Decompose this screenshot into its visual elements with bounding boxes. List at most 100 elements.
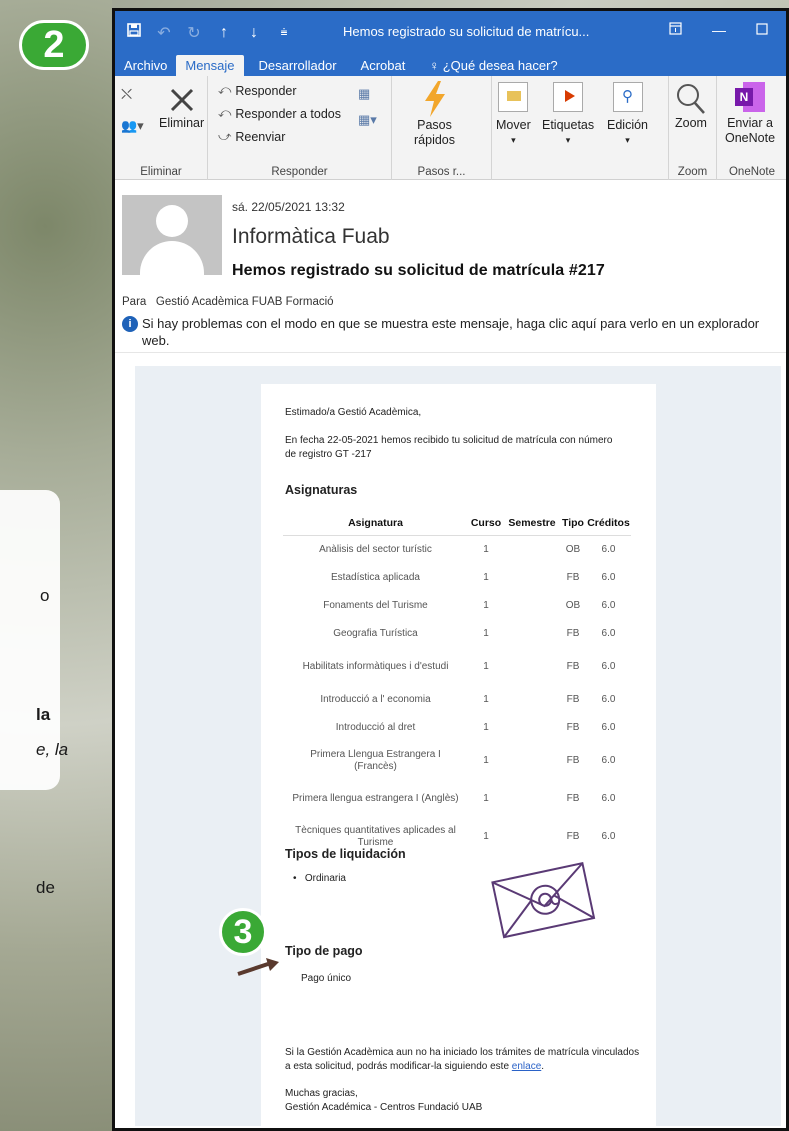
pago-value: Pago único: [301, 973, 352, 984]
table-row: Primera llengua estrangera I (Anglès) 1 FB…: [283, 780, 631, 818]
edicion-label: Edición: [607, 118, 648, 132]
subject-name-cell: Introducció a l' economia: [320, 693, 431, 705]
pago-heading: Tipo de pago: [285, 944, 363, 958]
responder-todos-button[interactable]: ⤺ Responder a todos: [218, 106, 341, 121]
reply-icon: ⤺: [218, 83, 232, 97]
creditos-cell: 6.0: [601, 693, 616, 705]
tab-desarrollador[interactable]: Desarrollador: [250, 55, 346, 76]
tipo-cell: FB: [566, 693, 580, 705]
infobar[interactable]: i Si hay problemas con el modo en que se…: [122, 315, 782, 349]
etiquetas-button[interactable]: Etiquetas ▾: [542, 82, 594, 148]
maximize-icon[interactable]: [756, 22, 768, 38]
save-icon[interactable]: [123, 23, 145, 42]
minimize-icon[interactable]: —: [712, 22, 726, 38]
tipo-cell: FB: [566, 660, 580, 672]
undo-icon[interactable]: ↶: [153, 23, 175, 43]
enviar-label: OneNote: [725, 131, 776, 145]
liquidacion-heading: Tipos de liquidación: [285, 847, 406, 861]
subject-name-cell: Estadística aplicada: [331, 571, 420, 583]
previous-item-icon[interactable]: ↑: [213, 24, 235, 42]
table-row: Fonaments del Turisme 1 OB 6.0: [283, 592, 631, 620]
pointer-arrow-icon: [237, 958, 279, 976]
semestre-cell: [504, 780, 560, 818]
tipo-cell: FB: [566, 721, 580, 733]
next-item-icon[interactable]: ↓: [243, 24, 265, 42]
modify-enrollment-link[interactable]: enlace: [512, 1061, 541, 1072]
intro-text: En fecha 22-05-2021 hemos recibido tu so…: [285, 435, 613, 460]
tipo-cell: OB: [565, 543, 581, 555]
tell-me-search[interactable]: ♀ ¿Qué desea hacer?: [420, 55, 566, 76]
dropdown-icon: ▾: [511, 135, 516, 145]
ribbon: ⛌ 👥▾ Eliminar Eliminar ⤺ Responder ⤺ Respo…: [115, 76, 786, 180]
tab-archivo[interactable]: Archivo: [115, 55, 176, 76]
creditos-cell: 6.0: [601, 754, 616, 766]
outlook-message-window: ↶ ↻ ↑ ↓ ⩧ Hemos registrado su solicitud …: [112, 8, 789, 1131]
curso-cell: 1: [483, 830, 489, 842]
column-header: Créditos: [586, 511, 631, 536]
pasos-label: rápidos: [414, 133, 455, 147]
semestre-cell: [504, 592, 560, 620]
pasos-rapidos-button[interactable]: Pasos rápidos: [414, 80, 455, 148]
thanks-text: Muchas gracias,: [285, 1088, 358, 1099]
ignore-icon[interactable]: ⛌: [121, 86, 132, 103]
subject-name-cell: Habilitats informàtiques i d'estudi: [302, 660, 449, 672]
title-bar: ↶ ↻ ↑ ↓ ⩧ Hemos registrado su solicitud …: [115, 11, 786, 54]
table-row: Geografia Turística 1 FB 6.0: [283, 620, 631, 648]
search-icon: ⚲: [612, 82, 643, 112]
column-header: Semestre: [504, 511, 560, 536]
sender-name[interactable]: Informàtica Fuab: [232, 225, 390, 249]
tipo-cell: OB: [565, 599, 581, 611]
meeting-icon[interactable]: ▦: [358, 86, 370, 102]
etiquetas-label: Etiquetas: [542, 118, 595, 132]
mover-button[interactable]: Mover ▾: [496, 82, 531, 148]
responder-label: Responder: [235, 83, 297, 98]
responder-button[interactable]: ⤺ Responder: [218, 83, 297, 98]
side-text-fragment: e, la: [36, 740, 69, 759]
step-3-badge: 3: [219, 908, 267, 956]
group-label: Pasos r...: [417, 166, 466, 178]
zoom-button[interactable]: Zoom: [675, 82, 707, 131]
curso-cell: 1: [483, 627, 489, 639]
greeting: Estimado/a Gestió Acadèmica,: [285, 407, 422, 418]
recipient-name[interactable]: Gestió Acadèmica FUAB Formació: [156, 296, 334, 308]
enviar-onenote-button[interactable]: N Enviar a OneNote: [725, 82, 775, 146]
semestre-cell: [504, 564, 560, 592]
message-subject: Hemos registrado su solicitud de matrícu…: [232, 262, 605, 279]
curso-cell: 1: [483, 693, 489, 705]
customize-toolbar-icon[interactable]: ⩧: [273, 25, 295, 40]
forward-icon: ⤻: [218, 129, 232, 143]
reenviar-button[interactable]: ⤻ Reenviar: [218, 129, 285, 144]
curso-cell: 1: [483, 721, 489, 733]
edicion-button[interactable]: ⚲ Edición ▾: [607, 82, 648, 148]
dropdown-icon: ▾: [625, 135, 630, 145]
junk-icon[interactable]: 👥▾: [121, 118, 144, 134]
creditos-cell: 6.0: [601, 660, 616, 672]
responder-todos-label: Responder a todos: [235, 106, 342, 121]
recipient-line: Para Gestió Acadèmica FUAB Formació: [122, 296, 334, 308]
eliminar-button[interactable]: Eliminar: [159, 84, 204, 131]
semestre-cell: [504, 818, 560, 856]
footer-sentence: Si la Gestión Acadèmica aun no ha inicia…: [285, 1047, 640, 1072]
tab-acrobat[interactable]: Acrobat: [352, 55, 415, 76]
creditos-cell: 6.0: [601, 627, 616, 639]
magnifier-icon: [677, 84, 705, 114]
group-label: Zoom: [677, 166, 708, 178]
tab-mensaje[interactable]: Mensaje: [176, 55, 244, 76]
subject-name-cell: Geografia Turística: [333, 627, 418, 639]
redo-icon[interactable]: ↻: [183, 23, 205, 43]
side-text-fragment: la: [36, 705, 51, 724]
group-pasos: Pasos rápidos Pasos r...: [392, 76, 492, 180]
group-label: OneNote: [728, 166, 776, 178]
more-respond-icon[interactable]: ▦▾: [358, 112, 377, 128]
email-body: Estimado/a Gestió Acadèmica, En fecha 22…: [261, 384, 656, 1126]
group-label: Responder: [271, 166, 328, 178]
subject-name-cell: Introducció al dret: [335, 721, 416, 733]
curso-cell: 1: [483, 792, 489, 804]
creditos-cell: 6.0: [601, 571, 616, 583]
ribbon-display-options-icon[interactable]: [669, 22, 682, 38]
step-2-badge: 2: [19, 20, 89, 70]
message-header: sá. 22/05/2021 13:32 Informàtica Fuab He…: [115, 183, 786, 353]
reenviar-label: Reenviar: [235, 129, 286, 144]
sender-avatar: [122, 195, 222, 275]
semestre-cell: [504, 620, 560, 648]
